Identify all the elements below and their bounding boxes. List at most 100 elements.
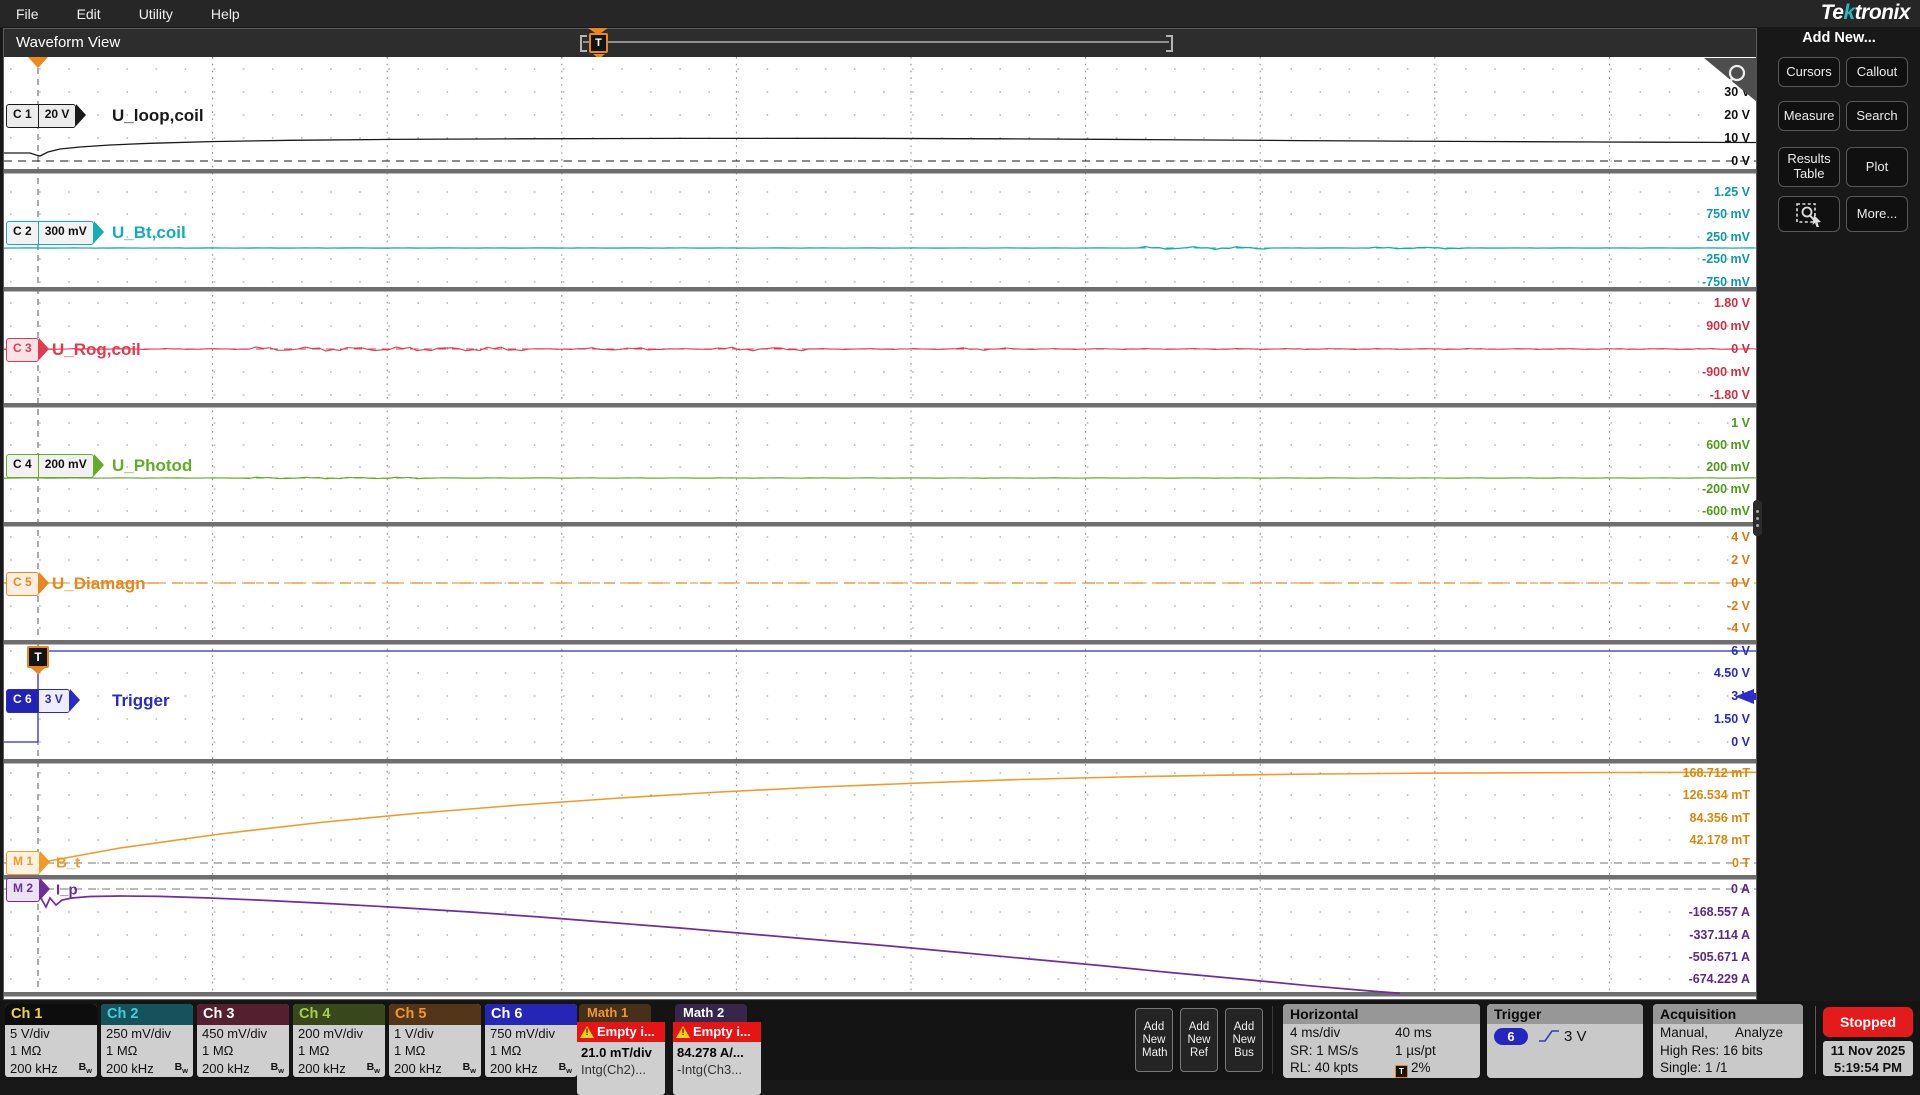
channel-badge-c5[interactable]: C 5 [6,572,39,596]
channel-badge-c1[interactable]: C 120 V [6,104,76,128]
acquisition-panel[interactable]: AcquisitionManual,AnalyzeHigh Res: 16 bi… [1653,1004,1803,1078]
axis-label: -505.671 A [1689,949,1750,965]
panel-drag-handle[interactable] [1753,500,1762,536]
badge-arrow-icon [76,104,86,126]
channel-label-u-bt-coil: U_Bt,coil [112,223,186,243]
waveform-view-title: Waveform View [16,34,120,51]
setting-value: 1 MΩ [106,1043,137,1058]
measure-button[interactable]: Measure [1778,101,1840,131]
menu-item-file[interactable]: File [16,6,39,22]
tektronix-logo: Tektronix [1821,1,1910,25]
acquisition-value: Manual, [1660,1025,1708,1040]
setting-value: 200 kHz [10,1061,58,1077]
channel-settings-header: Ch 5 [389,1004,481,1025]
setting-value: 200 kHz [202,1061,250,1077]
cursors-button[interactable]: Cursors [1778,57,1840,87]
plot-button[interactable]: Plot [1846,147,1908,187]
acquisition-position-bar[interactable] [583,41,1169,43]
axis-label: 200 mV [1706,459,1750,475]
trigger-source-badge: 6 [1494,1028,1528,1045]
math-alert: !Empty i... [673,1022,761,1042]
callout-button[interactable]: Callout [1846,57,1908,87]
setting-row: 1 MΩ [202,1043,284,1060]
channel-settings-ch4[interactable]: Ch 4200 mV/div1 MΩ200 kHzBw [293,1004,385,1077]
zoom-select-button[interactable] [1778,196,1840,232]
channel-settings-ch5[interactable]: Ch 51 V/div1 MΩ200 kHzBw [389,1004,481,1077]
setting-row: 1 MΩ [10,1043,92,1060]
channel-label-u-loop-coil: U_loop,coil [112,106,204,126]
acquisition-row: Manual, Analyze [1653,1024,1803,1042]
badge-arrow-icon [94,454,104,476]
setting-value: 1 MΩ [10,1043,41,1058]
channel-label-i-p: I_p [56,882,78,899]
channel-settings-header: Ch 2 [101,1004,193,1025]
horizontal-value: RL: 40 kpts [1290,1060,1358,1075]
badge-arrow-icon [70,689,80,711]
settings-bar: Ch 15 V/div1 MΩ200 kHzBwCh 2250 mV/div1 … [0,1001,1920,1080]
channel-badge-c3[interactable]: C 3 [6,338,39,362]
setting-row: 5 V/div [10,1026,92,1043]
trigger-flag[interactable]: T [27,646,49,668]
date-time-display: 11 Nov 20255:19:54 PM [1823,1041,1913,1076]
axis-label: -168.557 A [1689,904,1750,920]
add-new-math-button[interactable]: AddNewMath [1135,1008,1173,1072]
horizontal-row: 4 ms/div40 ms [1283,1024,1480,1042]
horizontal-value: 4 ms/div [1290,1025,1340,1040]
badge-id: C 4 [7,455,38,477]
bandwidth-limit-icon: Bw [559,1059,572,1077]
acquisition-status-button[interactable]: Stopped [1823,1007,1913,1037]
badge-arrow-icon [39,338,49,360]
badge-id: C 5 [7,573,38,595]
acquisition-value: Analyze [1735,1024,1783,1042]
graticule[interactable]: 30 V20 V10 V0 V1.25 V750 mV250 mV-250 mV… [4,57,1756,999]
axis-label: 10 V [1724,130,1750,146]
trigger-position-marker[interactable]: T [589,33,608,53]
trigger-panel[interactable]: Trigger63 V [1487,1004,1643,1078]
results-table-button[interactable]: Results Table [1778,147,1840,187]
axis-label: 1.80 V [1714,295,1750,311]
math-scale: 21.0 mT/div [581,1044,661,1061]
horizontal-value: SR: 1 MS/s [1290,1043,1358,1058]
math-scale: 84.278 A/... [677,1044,757,1061]
trigger-settings-row: 63 V [1487,1024,1643,1046]
math-settings-2[interactable]: Math 2!Empty i...84.278 A/...-Intg(Ch3..… [673,1022,761,1079]
horizontal-panel[interactable]: Horizontal4 ms/div40 msSR: 1 MS/s1 µs/pt… [1283,1004,1480,1078]
badge-arrow-icon [39,572,49,594]
bandwidth-limit-icon: Bw [271,1059,284,1077]
axis-label: 42.178 mT [1690,832,1750,848]
divider [1815,1006,1816,1074]
channel-settings-ch6[interactable]: Ch 6750 mV/div1 MΩ200 kHzBw [485,1004,577,1077]
menu-item-utility[interactable]: Utility [139,6,173,22]
channel-badge-c6[interactable]: C 63 V [6,689,70,713]
channel-settings-ch3[interactable]: Ch 3450 mV/div1 MΩ200 kHzBw [197,1004,289,1077]
setting-row: 200 kHz Bw [202,1059,284,1077]
channel-badge-c4[interactable]: C 4200 mV [6,454,94,478]
axis-label: 4.50 V [1714,665,1750,681]
search-button[interactable]: Search [1846,101,1908,131]
math-tab-1[interactable]: Math 1 [579,1004,651,1022]
axis-label: -1.80 V [1710,387,1750,403]
channel-settings-ch2[interactable]: Ch 2250 mV/div1 MΩ200 kHzBw [101,1004,193,1077]
channel-badge-c2[interactable]: C 2300 mV [6,221,94,245]
setting-row: 1 MΩ [394,1043,476,1060]
trigger-time-marker-icon[interactable] [28,57,48,68]
channel-label-u-rog-coil: U_Rog,coil [52,340,141,360]
menu-item-edit[interactable]: Edit [77,6,101,22]
add-new-bus-button[interactable]: AddNewBus [1225,1008,1263,1072]
bandwidth-limit-icon: Bw [367,1059,380,1077]
menu-item-help[interactable]: Help [211,6,240,22]
math-tab-2[interactable]: Math 2 [675,1004,747,1022]
add-new-ref-button[interactable]: AddNewRef [1180,1008,1218,1072]
badge-arrow-icon [40,851,50,873]
horizontal-value: 1 µs/pt [1395,1042,1436,1060]
logo-k: k [1843,1,1854,24]
more-button[interactable]: More... [1846,196,1908,232]
channel-settings-ch1[interactable]: Ch 15 V/div1 MΩ200 kHzBw [5,1004,97,1077]
warning-icon: ! [580,1026,594,1038]
acquisition-panel-title: Acquisition [1653,1004,1803,1024]
channel-badge-m1[interactable]: M 1 [6,851,40,875]
math-settings-1[interactable]: Math 1!Empty i...21.0 mT/divIntg(Ch2)... [577,1022,665,1079]
channel-settings-body: 200 mV/div1 MΩ200 kHzBw [293,1025,385,1077]
axis-label: 0 V [1731,153,1750,169]
channel-badge-m2[interactable]: M 2 [6,878,40,902]
